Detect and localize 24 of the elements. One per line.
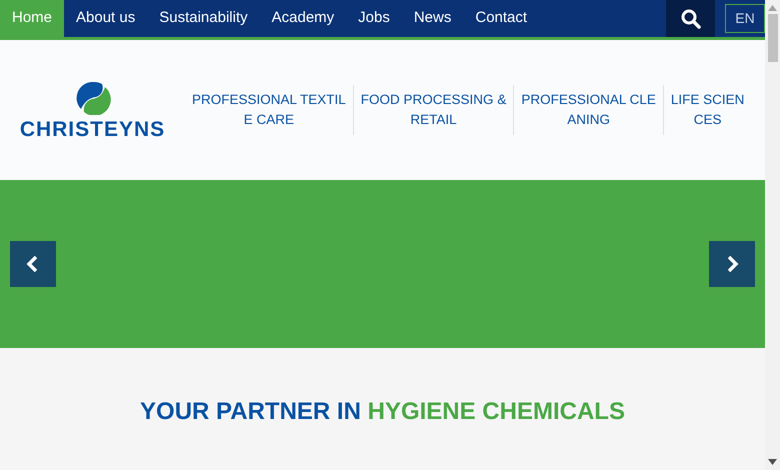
scrollbar-thumb[interactable]: [768, 14, 778, 62]
nav-link[interactable]: About us: [64, 0, 148, 37]
category-link[interactable]: PROFESSIONAL TEXTIL E CARE: [185, 85, 353, 135]
scrollbar[interactable]: [765, 0, 780, 470]
scroll-down-icon: [768, 459, 777, 465]
chevron-left-icon: [26, 255, 40, 273]
nav-link[interactable]: News: [402, 0, 464, 37]
nav-link[interactable]: Jobs: [346, 0, 402, 37]
category-link[interactable]: FOOD PROCESSING & RETAIL: [352, 85, 514, 135]
nav-link[interactable]: Academy: [260, 0, 346, 37]
language-button[interactable]: EN: [725, 4, 765, 33]
scroll-up-icon: [768, 5, 777, 11]
logo-text: CHRISTEYNS: [20, 118, 166, 140]
nav-link[interactable]: Contact: [463, 0, 540, 37]
previous-button[interactable]: [10, 241, 56, 287]
nav-link[interactable]: Sustainability: [147, 0, 260, 37]
search-button[interactable]: [666, 0, 715, 37]
headline: YOUR PARTNER IN HYGIENE CHEMICALS: [140, 397, 625, 427]
next-button[interactable]: [709, 241, 755, 287]
chevron-right-icon: [725, 255, 739, 273]
logo-icon: [74, 80, 112, 114]
category-link[interactable]: LIFE SCIEN CES: [662, 85, 752, 135]
category-link[interactable]: PROFESSIONAL CLE ANING: [513, 85, 663, 135]
search-icon: [680, 8, 700, 28]
